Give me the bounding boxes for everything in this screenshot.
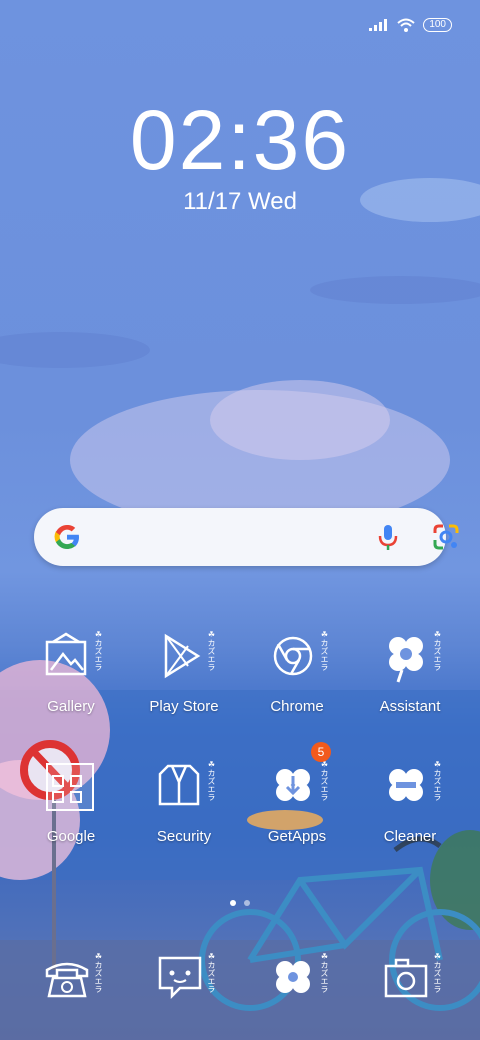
icon-theme-tag: ☘カズエラ bbox=[94, 630, 103, 671]
assistant-icon bbox=[389, 637, 423, 683]
dock-browser[interactable]: ☘カズエラ bbox=[241, 952, 353, 1012]
page-dot bbox=[230, 900, 236, 906]
dock-camera[interactable]: ☘カズエラ bbox=[354, 952, 466, 1012]
page-indicator[interactable] bbox=[0, 893, 480, 911]
app-assistant[interactable]: ☘カズエラ Assistant bbox=[354, 630, 466, 715]
app-gallery[interactable]: ☘カズエラ Gallery bbox=[15, 630, 127, 715]
cleaner-icon bbox=[389, 769, 423, 801]
icon-theme-tag: ☘カズエラ bbox=[433, 630, 442, 671]
icon-theme-tag: ☘カズエラ bbox=[433, 760, 442, 801]
app-label: Security bbox=[156, 828, 212, 845]
status-bar: 100 bbox=[369, 18, 452, 32]
clock-time[interactable]: 02:36 bbox=[0, 92, 480, 189]
messages-icon bbox=[158, 956, 202, 1000]
security-icon bbox=[158, 764, 200, 806]
app-label: Assistant bbox=[379, 698, 441, 715]
app-label: Play Store bbox=[149, 698, 219, 715]
google-folder-icon bbox=[46, 763, 94, 811]
chrome-icon bbox=[273, 636, 313, 676]
signal-icon bbox=[369, 19, 388, 31]
icon-theme-tag: ☘カズエラ bbox=[207, 630, 216, 671]
icon-theme-tag: ☘カズエラ bbox=[207, 760, 216, 801]
wifi-icon bbox=[397, 18, 415, 32]
google-search-bar[interactable] bbox=[34, 508, 459, 566]
app-label: Google bbox=[46, 828, 96, 845]
app-getapps[interactable]: ☘カズエラ 5 GetApps bbox=[241, 742, 353, 845]
page-dot bbox=[244, 900, 250, 906]
icon-theme-tag: ☘カズエラ bbox=[94, 952, 103, 993]
app-security[interactable]: ☘カズエラ Security bbox=[128, 760, 240, 845]
voice-search-icon[interactable] bbox=[378, 524, 398, 552]
gallery-icon bbox=[45, 632, 87, 676]
icon-theme-tag: ☘カズエラ bbox=[320, 760, 329, 801]
app-label: Gallery bbox=[47, 698, 95, 715]
icon-theme-tag: ☘カズエラ bbox=[433, 952, 442, 993]
icon-theme-tag: ☘カズエラ bbox=[207, 952, 216, 993]
phone-icon bbox=[45, 962, 89, 998]
app-chrome[interactable]: ☘カズエラ Chrome bbox=[241, 630, 353, 715]
app-label: GetApps bbox=[267, 828, 327, 845]
icon-theme-tag: ☘カズエラ bbox=[320, 952, 329, 993]
app-label: Chrome bbox=[270, 698, 324, 715]
app-google-folder[interactable]: Google bbox=[15, 760, 127, 845]
google-logo-icon bbox=[54, 525, 79, 549]
battery-indicator: 100 bbox=[423, 18, 452, 32]
app-cleaner[interactable]: ☘カズエラ Cleaner bbox=[354, 760, 466, 845]
camera-icon bbox=[384, 958, 428, 998]
google-lens-icon[interactable] bbox=[432, 523, 460, 551]
clock-date[interactable]: 11/17 Wed bbox=[0, 188, 480, 216]
dock-phone[interactable]: ☘カズエラ bbox=[15, 952, 127, 1012]
icon-theme-tag: ☘カズエラ bbox=[320, 630, 329, 671]
play-store-icon bbox=[164, 633, 201, 679]
dock-messages[interactable]: ☘カズエラ bbox=[128, 952, 240, 1012]
app-play-store[interactable]: ☘カズエラ Play Store bbox=[128, 630, 240, 715]
app-label: Cleaner bbox=[383, 828, 437, 845]
getapps-icon bbox=[276, 769, 310, 801]
browser-icon bbox=[276, 961, 310, 993]
notification-badge: 5 bbox=[311, 742, 331, 762]
